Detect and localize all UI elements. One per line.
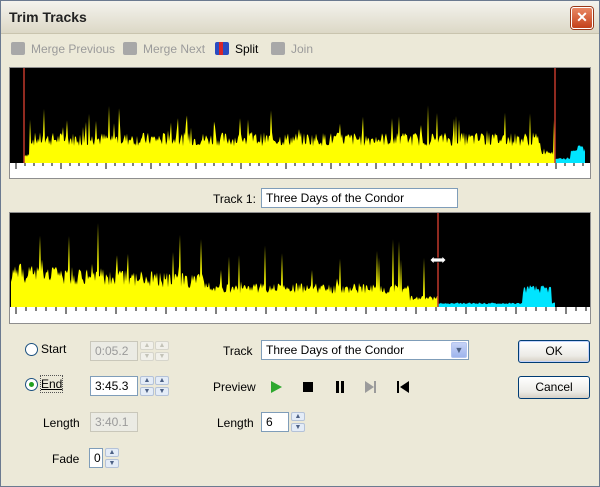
merge-next-button[interactable]: Merge Next bbox=[123, 39, 205, 59]
pause-icon[interactable] bbox=[333, 380, 347, 394]
trim-tracks-dialog: Trim Tracks ✕ Merge Previous Merge Next … bbox=[0, 0, 600, 487]
length-left-field: 3:40.1 bbox=[90, 412, 138, 432]
track-name-input[interactable]: Three Days of the Condor bbox=[261, 188, 458, 208]
split-button[interactable]: Split bbox=[215, 39, 258, 59]
title-bar[interactable]: Trim Tracks ✕ bbox=[1, 1, 599, 34]
start-time-field[interactable]: 0:05.2 bbox=[90, 341, 138, 361]
length-right-stepper[interactable]: ▲ ▼ bbox=[291, 412, 305, 432]
spin-up-icon: ▲ bbox=[140, 376, 154, 385]
track-name-label: Track 1: bbox=[213, 192, 256, 206]
fade-stepper[interactable]: ▲ ▼ bbox=[105, 448, 119, 468]
dialog-title: Trim Tracks bbox=[9, 9, 87, 25]
end-time-stepper[interactable]: ▲ ▼ bbox=[140, 376, 154, 396]
play-icon[interactable] bbox=[269, 380, 283, 394]
fade-label: Fade bbox=[52, 452, 80, 466]
spin-up-icon: ▲ bbox=[291, 412, 305, 421]
merge-previous-button[interactable]: Merge Previous bbox=[11, 39, 115, 59]
end-time-field[interactable]: 3:45.3 bbox=[90, 376, 138, 396]
chevron-down-icon[interactable]: ▼ bbox=[451, 342, 467, 358]
spin-down-icon: ▼ bbox=[291, 423, 305, 432]
skip-back-icon[interactable] bbox=[396, 380, 410, 394]
spin-up-icon: ▲ bbox=[155, 341, 169, 350]
join-icon bbox=[271, 42, 285, 55]
length-right-label: Length bbox=[217, 416, 254, 430]
spin-up-icon: ▲ bbox=[155, 376, 169, 385]
stop-icon[interactable] bbox=[301, 380, 315, 394]
cancel-button[interactable]: Cancel bbox=[518, 376, 590, 399]
length-right-field[interactable]: 6 bbox=[261, 412, 289, 432]
start-time-stepper-alt[interactable]: ▲ ▼ bbox=[155, 341, 169, 361]
spin-down-icon: ▼ bbox=[105, 459, 119, 468]
zoom-waveform[interactable] bbox=[9, 212, 591, 324]
start-time-stepper[interactable]: ▲ ▼ bbox=[140, 341, 154, 361]
ok-button[interactable]: OK bbox=[518, 340, 590, 363]
fade-field[interactable]: 0 bbox=[89, 448, 103, 468]
spin-up-icon: ▲ bbox=[140, 341, 154, 350]
spin-down-icon: ▼ bbox=[140, 352, 154, 361]
spin-up-icon: ▲ bbox=[105, 448, 119, 457]
spin-down-icon: ▼ bbox=[140, 387, 154, 396]
track-select-value: Three Days of the Condor bbox=[266, 343, 405, 357]
end-time-stepper-alt[interactable]: ▲ ▼ bbox=[155, 376, 169, 396]
join-button[interactable]: Join bbox=[271, 39, 313, 59]
merge-next-icon bbox=[123, 42, 137, 55]
zoom-waveform-graphic bbox=[10, 213, 590, 323]
end-radio[interactable] bbox=[25, 378, 38, 391]
track-select-dropdown[interactable]: Three Days of the Condor ▼ bbox=[261, 340, 469, 360]
skip-forward-icon[interactable] bbox=[364, 380, 378, 394]
merge-previous-icon bbox=[11, 42, 25, 55]
spin-down-icon: ▼ bbox=[155, 352, 169, 361]
end-label: End bbox=[39, 375, 64, 393]
overview-waveform-graphic bbox=[10, 68, 590, 178]
track-select-label: Track bbox=[223, 344, 253, 358]
length-left-label: Length bbox=[43, 416, 80, 430]
overview-waveform[interactable] bbox=[9, 67, 591, 179]
preview-label: Preview bbox=[213, 380, 256, 394]
start-label: Start bbox=[41, 342, 67, 356]
split-icon bbox=[215, 42, 229, 55]
start-radio[interactable] bbox=[25, 343, 38, 356]
spin-down-icon: ▼ bbox=[155, 387, 169, 396]
close-button[interactable]: ✕ bbox=[571, 7, 593, 29]
